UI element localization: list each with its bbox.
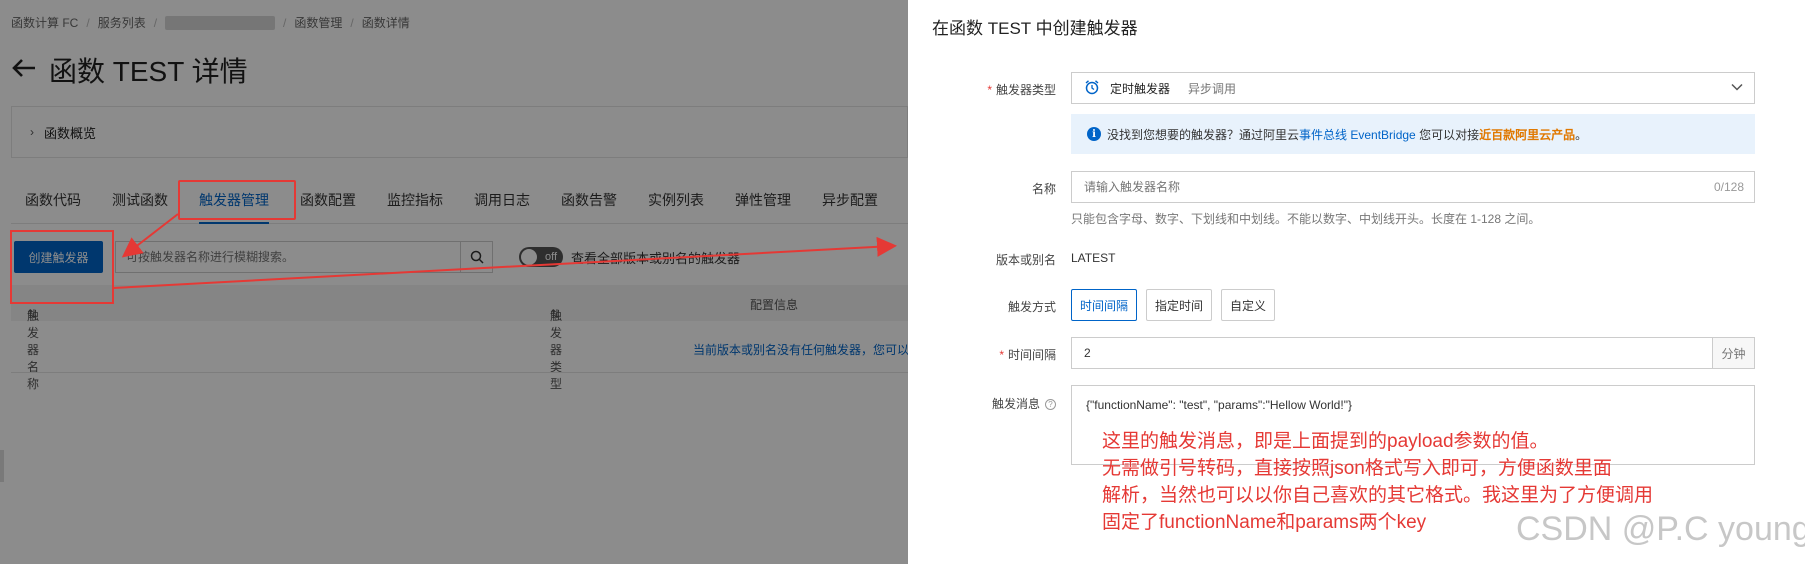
help-icon: ? [1045, 399, 1056, 410]
tab-logs[interactable]: 调用日志 [460, 190, 544, 223]
annotation-line: 无需做引号转码，直接按照json格式写入即可，方便函数里面 [1102, 458, 1612, 479]
breadcrumb-separator: / [350, 15, 354, 30]
eventbridge-info: i 没找到您想要的触发器？通过阿里云事件总线 EventBridge 您可以对接… [1071, 114, 1755, 154]
name-help-text: 只能包含字母、数字、下划线和中划线。不能以数字、中划线开头。长度在 1-128 … [1071, 212, 1541, 226]
annotation-line: 解析，当然也可以以你自己喜欢的其它格式。我这里为了方便调用 [1102, 485, 1654, 506]
trigger-type-sub: 异步调用 [1188, 81, 1237, 96]
info-text-end: 。 [1575, 127, 1588, 142]
interval-unit: 分钟 [1712, 338, 1754, 368]
breadcrumb-separator: / [153, 15, 158, 30]
tab-elastic[interactable]: 弹性管理 [721, 190, 805, 223]
toggle-state: off [544, 251, 557, 263]
breadcrumb-separator: / [86, 15, 90, 30]
all-versions-toggle[interactable]: off [519, 247, 563, 267]
empty-text: 当前版本或别名没有任何触发器，您可以 [693, 343, 910, 357]
toggle-knob [521, 249, 537, 265]
breadcrumb-fc[interactable]: 函数计算 FC [11, 14, 78, 31]
mode-specific-time-button[interactable]: 指定时间 [1146, 289, 1213, 321]
trigger-type-value: 定时触发器 [1110, 81, 1171, 96]
trigger-toolbar: 创建触发器 off 查看全部版本或别名的触发器 [14, 241, 740, 273]
chevron-down-icon [1730, 80, 1744, 97]
breadcrumb-current: 函数详情 [361, 16, 410, 30]
info-icon: i [1087, 127, 1101, 141]
trigger-search [115, 241, 493, 273]
search-icon[interactable] [460, 242, 492, 272]
trigger-table-header: 触发器名称 ⇅ 触发器类型 ⇅ 配置信息 [11, 285, 908, 391]
trigger-type-label: * 触发器类型 [987, 83, 1056, 97]
side-handle[interactable] [0, 450, 4, 482]
interval-input[interactable] [1072, 338, 1712, 368]
mode-label: 触发方式 [1007, 300, 1056, 314]
breadcrumb-services[interactable]: 服务列表 [98, 14, 146, 31]
breadcrumb-separator: / [283, 15, 287, 30]
char-count: 0/128 [1713, 180, 1744, 194]
page-header: 函数 TEST 详情 [11, 50, 248, 90]
overview-collapse[interactable]: › 函数概览 [11, 106, 908, 158]
info-text-1: 没找到您想要的触发器？通过阿里云 [1107, 127, 1300, 142]
page-title: 函数 TEST 详情 [49, 56, 248, 87]
tab-config[interactable]: 函数配置 [286, 190, 370, 223]
trigger-name-field: 0/128 [1071, 171, 1755, 203]
mode-custom-button[interactable]: 自定义 [1221, 289, 1276, 321]
info-text-2: 您可以对接 [1415, 127, 1480, 142]
sort-icon: ⇅ [27, 307, 38, 321]
breadcrumb-redacted [165, 15, 276, 30]
annotation-box-button [10, 230, 114, 304]
tab-metrics[interactable]: 监控指标 [373, 190, 457, 223]
tab-test[interactable]: 测试函数 [98, 190, 182, 223]
empty-table-row: 当前版本或别名没有任何触发器，您可以 [11, 321, 910, 373]
breadcrumb: 函数计算 FC / 服务列表 / / 函数管理 / 函数详情 [11, 14, 410, 31]
create-trigger-drawer: 在函数 TEST 中创建触发器 * 触发器类型 定时触发器 异步调用 i 没找到您… [908, 0, 1805, 564]
toggle-label: 查看全部版本或别名的触发器 [571, 250, 741, 266]
name-label: 名称 [1031, 182, 1056, 196]
function-detail-page: 函数计算 FC / 服务列表 / / 函数管理 / 函数详情 函数 TEST 详… [0, 0, 910, 564]
trigger-name-input[interactable] [1072, 172, 1714, 202]
tab-code[interactable]: 函数代码 [11, 190, 95, 223]
annotation-box-tab [178, 180, 296, 220]
products-link[interactable]: 近百款阿里云产品 [1479, 128, 1575, 142]
message-label: 触发消息? [908, 395, 1056, 412]
function-tabs: 函数代码 测试函数 触发器管理 函数配置 监控指标 调用日志 函数告警 实例列表… [11, 176, 908, 224]
chevron-right-icon: › [30, 125, 34, 139]
version-value: LATEST [1071, 251, 1116, 265]
drawer-title: 在函数 TEST 中创建触发器 [932, 19, 1138, 38]
interval-label: * 时间间隔 [999, 348, 1056, 362]
breadcrumb-functions[interactable]: 函数管理 [294, 14, 342, 31]
version-label: 版本或别名 [995, 253, 1056, 267]
column-config: 配置信息 [750, 298, 799, 312]
alarm-clock-icon [1084, 79, 1100, 98]
overview-label: 函数概览 [44, 125, 97, 141]
trigger-mode-group: 时间间隔 指定时间 自定义 [1071, 289, 1276, 321]
trigger-search-input[interactable] [116, 242, 460, 272]
interval-field: 分钟 [1071, 337, 1755, 369]
back-arrow-icon[interactable] [11, 56, 37, 84]
watermark: CSDN @P.C young [1516, 510, 1805, 548]
eventbridge-link[interactable]: 事件总线 EventBridge [1299, 128, 1416, 142]
tab-instances[interactable]: 实例列表 [634, 190, 718, 223]
tab-async[interactable]: 异步配置 [808, 190, 892, 223]
annotation-line: 这里的触发消息，即是上面提到的payload参数的值。 [1102, 431, 1549, 452]
trigger-type-select[interactable]: 定时触发器 异步调用 [1071, 72, 1755, 104]
mode-interval-button[interactable]: 时间间隔 [1071, 289, 1138, 321]
tab-alarms[interactable]: 函数告警 [547, 190, 631, 223]
sort-icon: ⇅ [550, 307, 561, 321]
